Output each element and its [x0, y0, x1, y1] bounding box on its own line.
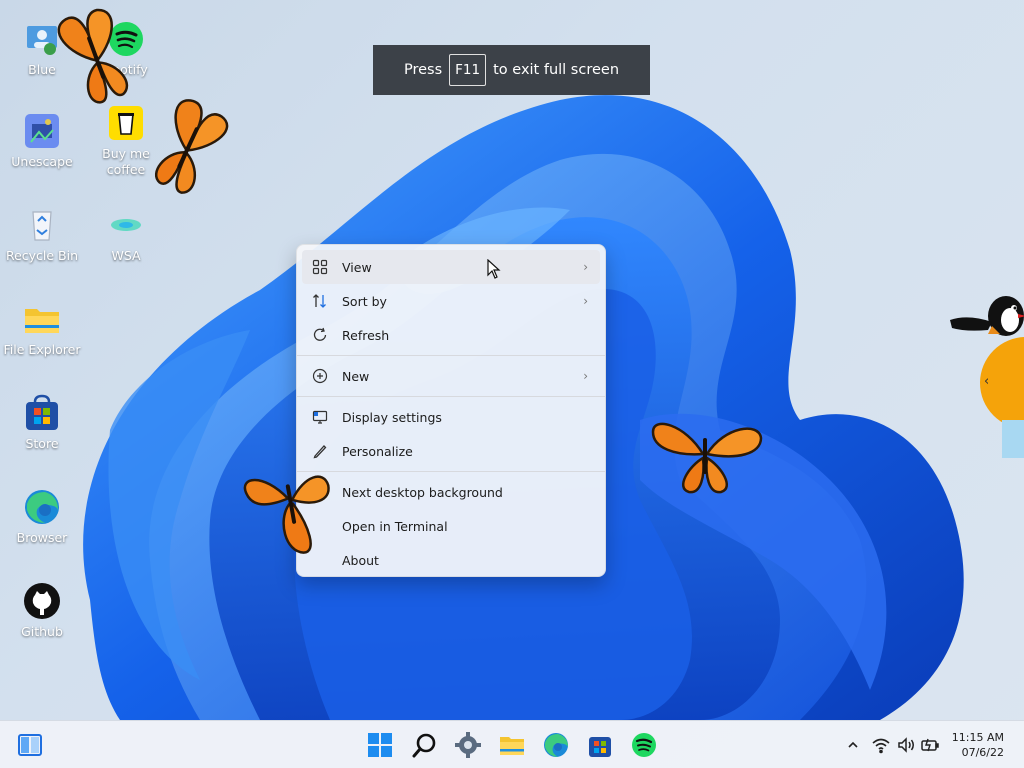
desktop-icon-label: File Explorer — [3, 342, 81, 357]
refresh-icon — [312, 327, 328, 343]
desktop-icon-label: Browser — [16, 530, 68, 545]
menu-item-sort-by[interactable]: Sort by › — [302, 284, 600, 318]
desktop-icon-github[interactable]: Github — [0, 582, 84, 640]
menu-item-open-in-terminal[interactable]: Open in Terminal — [302, 509, 600, 543]
chevron-right-icon: › — [583, 369, 588, 383]
desktop-icon-store[interactable]: Store — [0, 394, 84, 452]
f11-key: F11 — [449, 54, 487, 86]
github-icon — [23, 582, 61, 620]
banner-prefix: Press — [403, 62, 443, 78]
folder-icon — [23, 300, 61, 338]
search-icon[interactable] — [411, 731, 439, 759]
butterfly-decoration — [154, 99, 229, 194]
desktop-icon-file-explorer[interactable]: File Explorer — [0, 300, 84, 358]
wsa-icon — [107, 206, 145, 244]
butterfly-decoration — [651, 422, 763, 494]
taskbar: 11:15 AM 07/6/22 — [0, 720, 1024, 768]
chevron-right-icon: › — [583, 260, 588, 274]
penguin-widget[interactable] — [948, 290, 1024, 340]
unescape-icon — [23, 112, 61, 150]
menu-item-label: Display settings — [342, 409, 442, 425]
widgets-icon[interactable] — [16, 731, 44, 759]
clock-date: 07/6/22 — [961, 746, 1004, 759]
side-strip — [1002, 420, 1024, 458]
desktop-icon-label: WSA — [111, 248, 141, 263]
banner-suffix: to exit full screen — [493, 62, 620, 78]
desktop-icon-label: Github — [21, 624, 63, 639]
menu-separator — [297, 396, 605, 397]
menu-item-label: View — [342, 259, 372, 275]
sort-icon — [312, 293, 328, 309]
menu-item-label: Refresh — [342, 327, 390, 343]
desktop-icon-label: Store — [25, 436, 59, 451]
plus-circle-icon — [312, 368, 328, 384]
desktop-icon-recycle-bin[interactable]: Recycle Bin — [0, 206, 84, 264]
store-icon — [23, 394, 61, 432]
desktop-icon-label: Unescape — [11, 154, 73, 169]
pen-icon — [312, 443, 328, 459]
menu-item-personalize[interactable]: Personalize — [302, 434, 600, 468]
wifi-icon[interactable] — [871, 735, 891, 755]
menu-item-about[interactable]: About — [302, 543, 600, 577]
start-icon[interactable] — [366, 731, 394, 759]
menu-item-next-desktop-background[interactable]: Next desktop background — [302, 475, 600, 509]
desktop-icon-browser[interactable]: Browser — [0, 488, 84, 546]
menu-separator — [297, 355, 605, 356]
menu-item-label: Next desktop background — [342, 484, 503, 500]
menu-item-label: About — [342, 552, 379, 568]
desktop-icon-label: Recycle Bin — [5, 248, 79, 263]
display-icon — [312, 409, 328, 425]
settings-icon[interactable] — [454, 731, 482, 759]
menu-item-label: Sort by — [342, 293, 387, 309]
edge-icon — [23, 488, 61, 526]
spotify-icon[interactable] — [630, 731, 658, 759]
mouse-cursor-icon — [487, 259, 501, 279]
fullscreen-banner: Press F11 to exit full screen — [373, 45, 650, 95]
grid-icon — [312, 259, 328, 275]
menu-item-new[interactable]: New › — [302, 359, 600, 393]
chevron-right-icon: › — [583, 294, 588, 308]
desktop-icon-wsa[interactable]: WSA — [84, 206, 168, 264]
butterfly-decoration — [243, 475, 330, 554]
desktop-icon-unescape[interactable]: Unescape — [0, 112, 84, 170]
menu-item-display-settings[interactable]: Display settings — [302, 400, 600, 434]
chevron-up-icon[interactable] — [843, 735, 863, 755]
chevron-left-icon[interactable]: ‹ — [984, 374, 998, 396]
taskbar-clock[interactable]: 11:15 AM 07/6/22 — [952, 730, 1004, 760]
file-explorer-icon[interactable] — [498, 731, 526, 759]
menu-item-label: Personalize — [342, 443, 413, 459]
menu-item-refresh[interactable]: Refresh — [302, 318, 600, 352]
menu-item-view[interactable]: View › — [302, 250, 600, 284]
battery-icon[interactable] — [920, 735, 940, 755]
clock-time: 11:15 AM — [951, 731, 1004, 744]
store-icon[interactable] — [586, 731, 614, 759]
volume-icon[interactable] — [896, 735, 916, 755]
butterfly-decoration — [57, 8, 129, 104]
edge-icon[interactable] — [542, 731, 570, 759]
recycle-bin-icon — [23, 206, 61, 244]
menu-item-label: New — [342, 368, 370, 384]
menu-item-label: Open in Terminal — [342, 518, 448, 534]
